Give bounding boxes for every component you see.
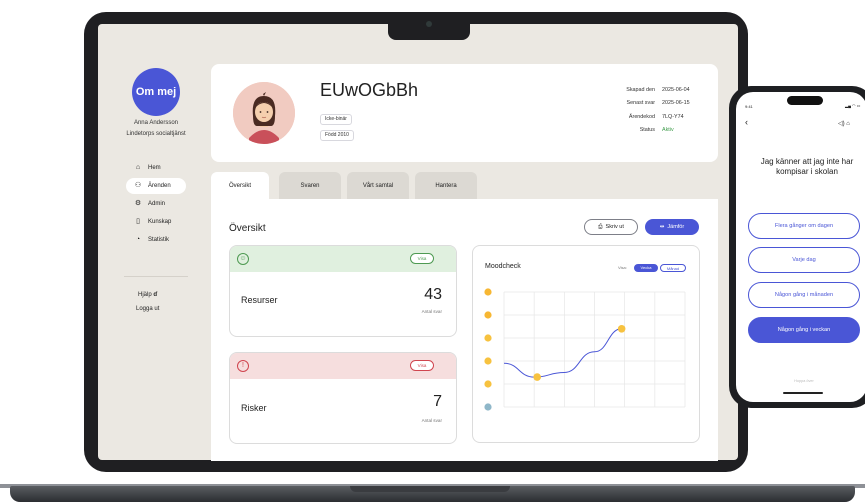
resources-card-header: ☺ Visa: [230, 246, 456, 272]
gear-icon: ⚙: [134, 200, 142, 207]
user-name: Anna Andersson: [133, 120, 179, 126]
gender-chip: Icke-binär: [320, 114, 352, 125]
birth-year-chip: Född 2010: [320, 130, 354, 141]
help-label: Hjälp: [138, 292, 152, 298]
mood-series-line: [503, 328, 622, 378]
status-badge: Aktiv: [662, 127, 674, 134]
meta-value: 2025-06-04: [662, 87, 690, 93]
meta-case-code: Ärendekod 7LQ-Y74: [608, 113, 708, 120]
sidebar-item-hem[interactable]: ⌂ Hem: [126, 160, 186, 176]
risks-count: 7: [433, 393, 442, 410]
answer-option[interactable]: Flera gånger om dagen: [748, 213, 860, 239]
logout-link[interactable]: Logga ut: [136, 306, 159, 312]
sidebar-divider: [124, 276, 188, 277]
meta-last-answer: Senast svar 2025-06-15: [608, 100, 708, 107]
camera-notch: [388, 12, 470, 40]
mood-face-icon: [484, 403, 492, 411]
back-chevron-icon[interactable]: ‹: [745, 117, 748, 127]
pie-chart-icon: ◔: [135, 236, 141, 243]
speaker-icon[interactable]: ◁): [838, 121, 845, 127]
app-logo[interactable]: Om mej: [132, 68, 180, 116]
home-icon: ⌂: [135, 164, 141, 171]
meta-value: 7LQ-Y74: [662, 113, 684, 120]
risks-show-button[interactable]: Visa: [410, 360, 434, 371]
answer-option-selected[interactable]: Någon gång i veckan: [748, 317, 860, 343]
meta-key: Skapad den: [626, 87, 655, 93]
user-organization: Lindetorps socialtjänst: [126, 131, 186, 137]
mood-face-icon: [484, 357, 492, 365]
print-label: Skriv ut: [605, 224, 624, 230]
home-icon[interactable]: ⌂: [846, 121, 850, 127]
answer-option[interactable]: Varje dag: [748, 247, 860, 273]
book-icon: ▯: [136, 218, 140, 225]
smile-icon: ☺: [237, 253, 249, 265]
resources-count: 43: [424, 286, 442, 303]
sidebar-item-label: Ärenden: [148, 183, 171, 189]
sidebar-item-label: Admin: [148, 201, 166, 207]
mood-data-point: [617, 325, 626, 333]
page-title: Översikt: [229, 223, 266, 234]
tab-svaren[interactable]: Svaren: [279, 172, 341, 199]
mood-week-toggle[interactable]: Vecka: [634, 264, 658, 272]
camera-icon: [426, 21, 432, 27]
question-text: Jag känner att jag inte har kompisar i s…: [760, 157, 854, 176]
sidebar-item-admin[interactable]: ⚙ Admin: [126, 196, 186, 212]
compare-icon: ⇹: [659, 224, 665, 230]
stage: Om mej Anna Andersson Lindetorps socialt…: [0, 0, 865, 504]
sidebar-item-label: Hem: [148, 165, 161, 171]
sidebar-item-label: Statistik: [148, 237, 170, 243]
resources-show-button[interactable]: Visa: [410, 253, 434, 264]
signal-battery-icon: ▂▄ ◠ ▭: [845, 103, 861, 108]
phone-dynamic-island: [787, 96, 823, 105]
mood-face-icon: [484, 380, 492, 388]
tab-vart-samtal[interactable]: Vårt samtal: [347, 172, 409, 199]
resources-card: ☺ Visa Resurser 43 Antal svar: [229, 245, 457, 337]
resources-count-caption: Antal svar: [421, 309, 442, 314]
sidebar-item-arenden[interactable]: ⚇ Ärenden: [126, 178, 186, 194]
printer-icon: ⎙: [598, 223, 603, 230]
mood-data-point: [533, 373, 541, 381]
moodcheck-chart: [484, 288, 686, 411]
phone-top-icons: ◁) ⌂: [838, 120, 850, 127]
meta-created: Skapad den 2025-06-04: [608, 87, 708, 93]
case-id-title: EUwOGbBh: [320, 80, 419, 100]
risks-card-header: ! Visa: [230, 353, 456, 379]
sidebar-item-label: Kunskap: [148, 219, 172, 225]
alert-icon: !: [237, 360, 249, 372]
help-link[interactable]: Hjälp ɗ: [138, 292, 157, 298]
meta-key: Ärendekod: [628, 113, 655, 120]
risks-count-caption: Antal svar: [421, 418, 442, 423]
laptop-hinge: [350, 486, 510, 492]
skip-link[interactable]: Hoppa över: [780, 379, 828, 383]
mood-face-icon: [484, 288, 492, 296]
home-indicator: [783, 392, 823, 394]
tab-hantera[interactable]: Hantera: [415, 172, 477, 199]
meta-value: 2025-06-15: [662, 100, 690, 107]
mood-filter-label: Visa:: [618, 265, 627, 270]
avatar: [233, 82, 295, 144]
phone-time: 9:41: [745, 104, 753, 109]
users-icon: ⚇: [134, 182, 142, 189]
resources-label: Resurser: [241, 295, 278, 305]
risks-card: ! Visa Risker 7 Antal svar: [229, 352, 457, 444]
sidebar-item-kunskap[interactable]: ▯ Kunskap: [126, 214, 186, 230]
moodcheck-title: Moodcheck: [485, 263, 521, 270]
mood-month-toggle[interactable]: Månad: [660, 264, 686, 272]
case-meta: Skapad den 2025-06-04 Senast svar 2025-06-…: [608, 87, 708, 142]
risks-label: Risker: [241, 403, 267, 413]
meta-status: Status Aktiv: [608, 127, 708, 134]
sidebar-item-statistik[interactable]: ◔ Statistik: [126, 232, 186, 248]
compare-label: Jämför: [667, 224, 685, 230]
print-button[interactable]: ⎙ Skriv ut: [584, 219, 638, 235]
tab-oversikt[interactable]: Översikt: [211, 172, 269, 199]
sidebar-nav: ⌂ Hem ⚇ Ärenden ⚙ Admin ▯ Kunskap ◔ Stat…: [126, 160, 186, 250]
answer-option[interactable]: Någon gång i månaden: [748, 282, 860, 308]
meta-key: Status: [639, 127, 655, 134]
mood-face-icon: [484, 334, 492, 342]
meta-key: Senast svar: [626, 100, 655, 107]
compare-button[interactable]: ⇹ Jämför: [645, 219, 699, 235]
help-icon: ɗ: [153, 292, 158, 298]
mood-face-icon: [484, 311, 492, 319]
